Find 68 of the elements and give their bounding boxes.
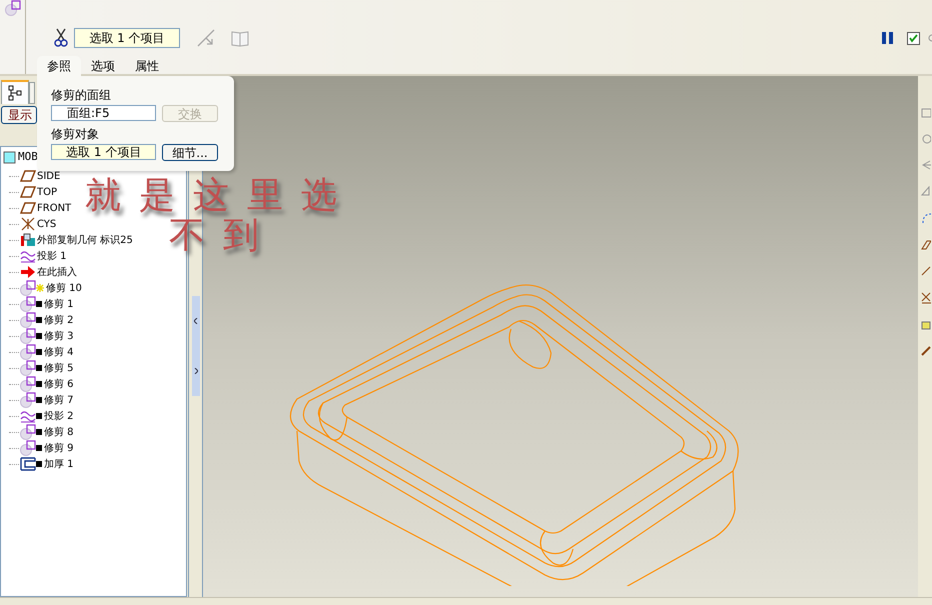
trim-feature-icon — [20, 360, 36, 376]
field-label: 修剪对象 — [51, 126, 100, 143]
tree-item[interactable]: 外部复制几何 标识25 — [37, 232, 133, 248]
tree-item[interactable]: 投影 1 — [37, 248, 67, 264]
triangle-icon[interactable] — [921, 186, 931, 196]
panel-tab[interactable]: 选项 — [81, 56, 125, 76]
tree-item[interactable]: 修剪 9 — [44, 440, 74, 456]
tree-item[interactable]: 修剪 6 — [44, 376, 74, 392]
tree-item[interactable]: 加厚 1 — [44, 456, 74, 472]
tree-item[interactable]: 在此插入 — [37, 264, 77, 280]
arrow-icon[interactable] — [921, 160, 931, 170]
trim-feature-icon — [20, 312, 36, 328]
wave-curve-icon — [20, 409, 36, 423]
trim-feature-icon — [20, 440, 36, 456]
tree-item[interactable]: 修剪 1 — [44, 296, 74, 312]
coordinate-system-icon — [20, 217, 36, 231]
tree-icon — [8, 85, 22, 101]
trim-feature-icon — [20, 424, 36, 440]
copy-geometry-icon — [20, 233, 36, 247]
tree-item[interactable]: FRONT — [37, 200, 72, 216]
tree-root[interactable]: MOB — [3, 149, 38, 165]
coordinate-system-icon[interactable] — [921, 292, 931, 304]
arrow-icon — [20, 265, 36, 279]
quilt-field[interactable]: 面组:F5 — [51, 105, 156, 121]
checkbox[interactable] — [907, 32, 920, 44]
datum-plane-icon — [20, 170, 36, 182]
left-chevron-icon — [194, 318, 198, 324]
trim-feature-icon — [20, 376, 36, 392]
wave-curve-icon — [20, 249, 36, 263]
tree-item[interactable]: 修剪 2 — [44, 312, 74, 328]
line-icon[interactable] — [921, 266, 931, 276]
model-tree-tab[interactable] — [1, 80, 29, 104]
datum-plane-icon — [20, 202, 36, 214]
expand-handle[interactable] — [192, 346, 200, 396]
datum-plane-icon — [20, 186, 36, 198]
field-label: 修剪的面组 — [51, 87, 112, 104]
panel-tab[interactable]: 属性 — [125, 56, 169, 76]
tree-item[interactable]: 修剪 3 — [44, 328, 74, 344]
datum-plane-icon[interactable] — [921, 240, 931, 250]
tree-item[interactable]: 修剪 4 — [44, 344, 74, 360]
tree-item[interactable]: 修剪 7 — [44, 392, 74, 408]
trim-feature-icon — [20, 392, 36, 408]
cube-icon — [3, 150, 16, 164]
trim-feature-icon — [4, 0, 20, 16]
thicken-icon — [20, 457, 36, 471]
annotation-text: 就是这里选 — [85, 176, 355, 216]
tree-item[interactable]: SIDE — [37, 168, 60, 184]
tree-item[interactable]: 修剪 10 — [46, 280, 82, 296]
details-button[interactable]: 细节... — [162, 144, 218, 161]
pause-icon[interactable] — [881, 31, 895, 45]
panel-tab[interactable]: 参照 — [37, 56, 81, 76]
object-collector-field[interactable]: 选取 1 个项目 — [51, 144, 156, 160]
collector-field[interactable]: 选取 1 个项目 — [74, 28, 180, 48]
trim-feature-icon — [20, 296, 36, 312]
scissors-icon — [54, 28, 68, 48]
flip-arrow-icon[interactable] — [196, 28, 216, 48]
collapse-handle[interactable] — [192, 296, 200, 346]
tree-item[interactable]: 投影 2 — [44, 408, 74, 424]
tree-item[interactable]: TOP — [37, 184, 58, 200]
right-chevron-icon — [194, 368, 198, 374]
show-button[interactable]: 显示 — [1, 106, 37, 124]
curve-icon[interactable] — [921, 212, 931, 224]
tree-item[interactable]: 修剪 5 — [44, 360, 74, 376]
tree-item[interactable]: CYS — [37, 216, 56, 232]
trim-feature-icon — [20, 328, 36, 344]
trim-feature-icon — [20, 280, 36, 296]
tree-item[interactable]: 修剪 8 — [44, 424, 74, 440]
trim-feature-icon — [20, 344, 36, 360]
